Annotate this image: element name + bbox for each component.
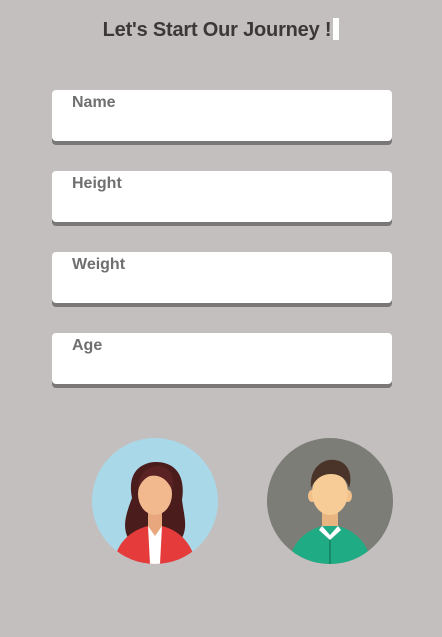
weight-field[interactable]: Weight — [52, 252, 392, 303]
age-field-label: Age — [72, 337, 103, 354]
height-field[interactable]: Height — [52, 171, 392, 222]
male-avatar-button[interactable] — [267, 438, 393, 564]
text-cursor — [333, 18, 340, 40]
page-title-text: Let's Start Our Journey ! — [102, 19, 332, 41]
height-field-label: Height — [72, 175, 122, 192]
age-field[interactable]: Age — [52, 333, 392, 384]
name-field-label: Name — [72, 94, 116, 111]
female-avatar-button[interactable] — [92, 438, 218, 564]
weight-field-label: Weight — [72, 256, 126, 273]
page-title: Let's Start Our Journey ! — [0, 18, 442, 42]
name-field[interactable]: Name — [52, 90, 392, 141]
male-avatar-icon — [289, 459, 371, 564]
female-avatar-icon — [114, 462, 196, 564]
